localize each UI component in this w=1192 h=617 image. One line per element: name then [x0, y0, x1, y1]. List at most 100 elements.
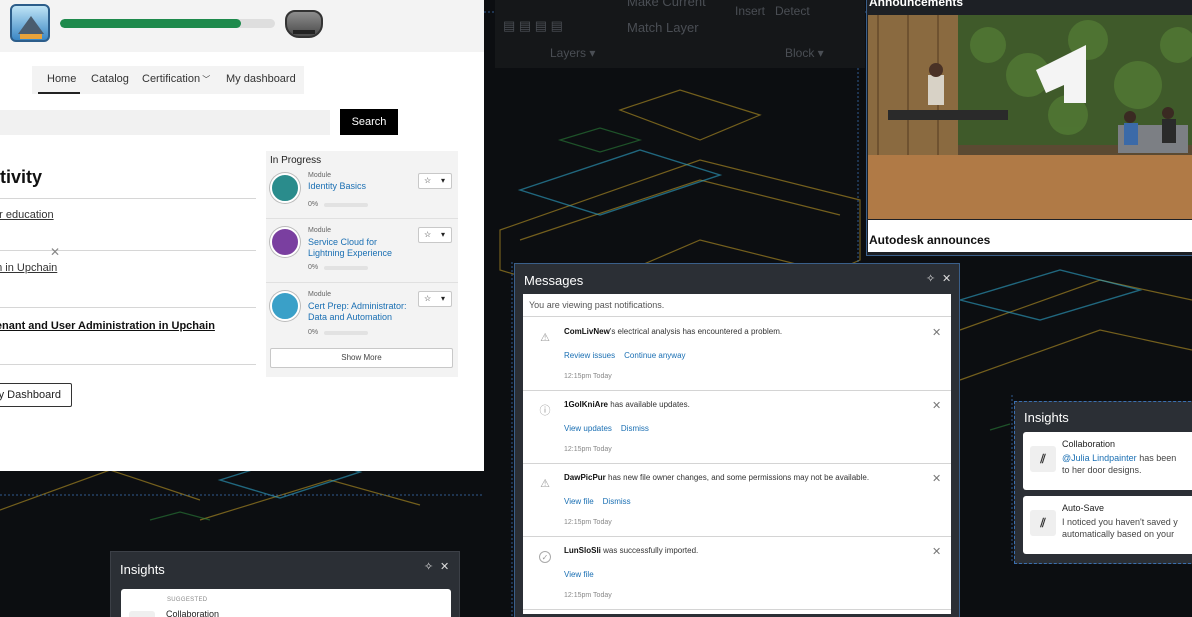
nav-my-dashboard[interactable]: My dashboard	[226, 73, 296, 85]
cert-prep-module-icon	[270, 291, 300, 321]
notification-text: ComLivNew's electrical analysis has enco…	[564, 327, 782, 336]
office-photo	[868, 15, 1192, 219]
module-actions[interactable]: ☆ ▾	[418, 227, 452, 243]
module-title[interactable]: Identity Basics	[308, 181, 416, 192]
close-icon[interactable]: ✕	[932, 399, 941, 412]
match-layer-button[interactable]: Match Layer	[627, 20, 699, 35]
announcement-caption[interactable]: Autodesk announces	[868, 220, 1192, 252]
notification-action-link[interactable]: Review issues	[564, 351, 615, 360]
insights-title: Insights	[120, 562, 165, 577]
close-icon[interactable]: ✕	[50, 245, 60, 259]
notification-action-link[interactable]: Continue anyway	[624, 351, 685, 360]
make-current-button[interactable]: Make Current	[627, 0, 706, 9]
nav-certification[interactable]: Certification ﹀	[142, 73, 210, 85]
search-input[interactable]	[0, 110, 330, 135]
notification-text: DawPicPur has new file owner changes, an…	[564, 473, 869, 482]
module-type: Module	[308, 172, 331, 179]
portal-header	[0, 0, 484, 52]
close-icon[interactable]: ✕	[932, 472, 941, 485]
activity-item-link[interactable]: on in Upchain	[0, 262, 57, 274]
show-more-button[interactable]: Show More	[270, 348, 453, 368]
close-icon[interactable]: ✕	[440, 560, 449, 573]
caret-down-icon[interactable]: ▾	[441, 176, 445, 185]
close-icon[interactable]: ✕	[932, 326, 941, 339]
insight-card[interactable]: ⫽ Auto-Save I noticed you haven't saved …	[1023, 496, 1192, 554]
pin-icon[interactable]: ✧	[926, 272, 935, 285]
notification-actions: View file Dismiss	[564, 497, 640, 506]
nav-home[interactable]: Home	[47, 73, 76, 85]
detect-button[interactable]: Detect	[775, 4, 810, 18]
divider	[0, 307, 256, 308]
activity-item-link[interactable]: for education	[0, 209, 54, 221]
insights-panel-left: Insights ✧ ✕ SUGGESTED Collaboration	[110, 551, 460, 617]
block-panel-label[interactable]: Block ▾	[785, 46, 824, 60]
insight-card[interactable]: SUGGESTED Collaboration	[121, 589, 451, 617]
notification-action-link[interactable]: View file	[564, 497, 594, 506]
notification-action-link[interactable]: View file	[564, 570, 594, 579]
caret-down-icon[interactable]: ▾	[441, 230, 445, 239]
notification-time: 12:15pm Today	[564, 446, 612, 453]
star-icon[interactable]: ☆	[424, 176, 431, 185]
notification-time: 12:15pm Today	[564, 519, 612, 526]
layers-panel-label[interactable]: Layers ▾	[550, 46, 595, 60]
rank-progress-fill	[60, 19, 241, 28]
module-title[interactable]: Cert Prep: Administrator: Data and Autom…	[308, 301, 420, 323]
notification-action-link[interactable]: Dismiss	[603, 497, 631, 506]
module-card[interactable]: Module Service Cloud for Lightning Exper…	[266, 219, 458, 283]
insight-card[interactable]: ⫽ Collaboration @Julia Lindpainter has b…	[1023, 432, 1192, 490]
insight-heading: Collaboration	[1062, 439, 1116, 449]
in-progress-heading: In Progress	[270, 155, 322, 166]
divider	[0, 250, 256, 251]
module-title[interactable]: Service Cloud for Lightning Experience	[308, 237, 416, 259]
announcement-image[interactable]	[868, 15, 1192, 219]
module-progress-bar	[324, 203, 368, 207]
divider	[0, 198, 256, 199]
cad-ribbon: ▤ ▤ ▤ ▤ Make Current Match Layer Insert …	[495, 0, 865, 68]
collaboration-icon: ⫽	[1030, 446, 1056, 472]
check-icon: ✓	[539, 551, 551, 563]
insert-button[interactable]: Insert	[735, 4, 765, 18]
notification-action-link[interactable]: Dismiss	[621, 424, 649, 433]
notification-text: LunSloSli was successfully imported.	[564, 546, 698, 555]
nav-active-underline	[38, 92, 80, 94]
insight-text-line1: I noticed you haven't saved y	[1062, 517, 1178, 527]
messages-title: Messages	[524, 273, 584, 288]
module-type: Module	[308, 291, 331, 298]
notification-time: 12:15pm Today	[564, 373, 612, 380]
insights-panel-right: Insights ⫽ Collaboration @Julia Lindpain…	[1014, 401, 1192, 564]
activity-item-link[interactable]: Tenant and User Administration in Upchai…	[0, 320, 215, 332]
close-icon[interactable]: ✕	[932, 545, 941, 558]
caret-down-icon[interactable]: ▾	[441, 294, 445, 303]
star-icon[interactable]: ☆	[424, 230, 431, 239]
layer-tools-icons[interactable]: ▤ ▤ ▤ ▤	[503, 18, 563, 34]
module-actions[interactable]: ☆ ▾	[418, 173, 452, 189]
notification-message: has new file owner changes, and some per…	[605, 473, 870, 482]
module-progress-pct: 0%	[308, 264, 319, 271]
pin-icon[interactable]: ✧	[424, 560, 433, 573]
notification-actions: View updates Dismiss	[564, 424, 658, 433]
module-card[interactable]: Module Cert Prep: Administrator: Data an…	[266, 283, 458, 347]
module-card[interactable]: Module Identity Basics 0% ☆ ▾	[266, 167, 458, 219]
star-icon[interactable]: ☆	[424, 294, 431, 303]
announcements-title: Announcements	[869, 0, 964, 9]
notification-item: ⚠ DawPicPur has new file owner changes, a…	[523, 464, 951, 537]
notification-actions: Review issues Continue anyway	[564, 351, 695, 360]
module-progress-bar	[324, 331, 368, 335]
notification-action-link[interactable]: View updates	[564, 424, 612, 433]
mention-link[interactable]: @Julia Lindpainter	[1062, 453, 1137, 463]
notification-user: 1GolKniAre	[564, 400, 609, 409]
service-cloud-module-icon	[270, 227, 300, 257]
notification-time: 12:15pm Today	[564, 592, 612, 599]
learning-portal-window: Home Catalog Certification ﹀ My dashboar…	[0, 0, 484, 471]
warning-icon: ⚠	[540, 332, 550, 344]
identity-module-icon	[270, 173, 300, 203]
warning-icon: ⚠	[540, 478, 550, 490]
next-rank-badge-icon[interactable]	[285, 10, 323, 38]
insight-text-line1: has been	[1136, 453, 1177, 463]
close-icon[interactable]: ✕	[942, 272, 951, 285]
my-dashboard-button[interactable]: y Dashboard	[0, 383, 72, 407]
mountaineer-logo-icon[interactable]	[10, 4, 50, 42]
module-actions[interactable]: ☆ ▾	[418, 291, 452, 307]
nav-catalog[interactable]: Catalog	[91, 73, 129, 85]
search-button[interactable]: Search	[340, 109, 398, 135]
